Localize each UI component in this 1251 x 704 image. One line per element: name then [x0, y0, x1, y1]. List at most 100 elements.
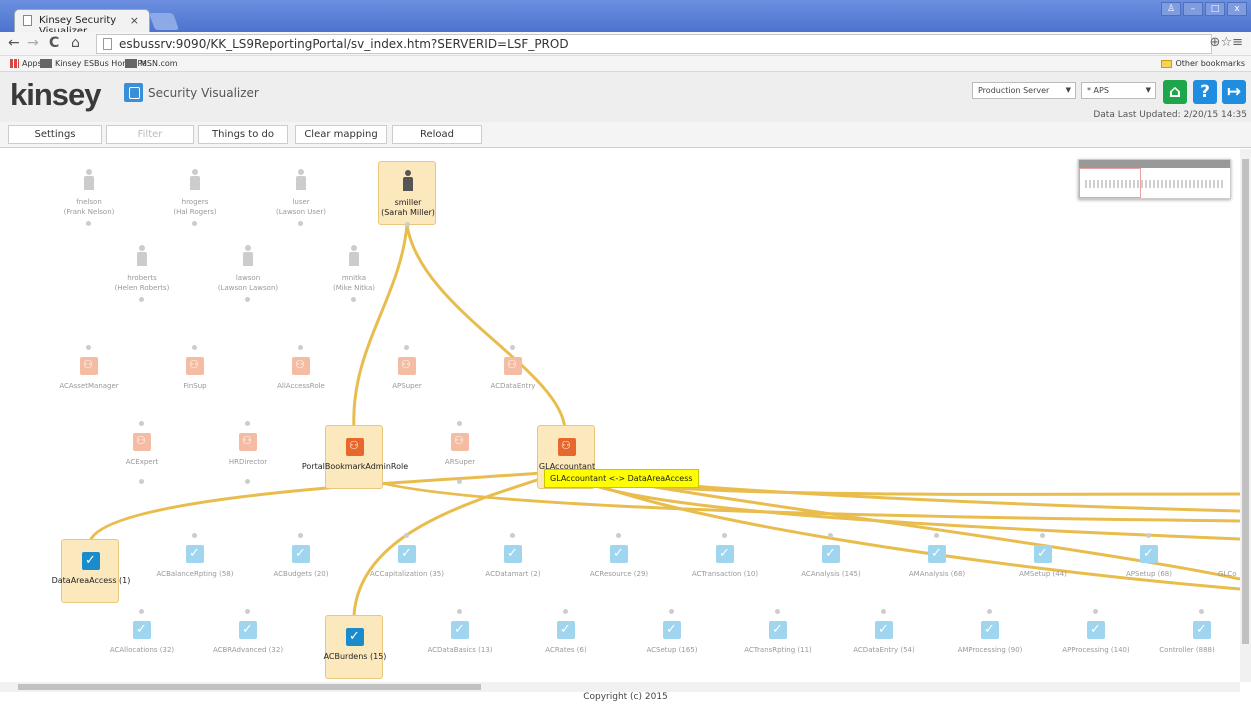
- vertical-scrollbar[interactable]: [1240, 149, 1251, 682]
- role-icon: [504, 357, 522, 375]
- role-node[interactable]: FinSup: [166, 345, 224, 409]
- close-window-icon[interactable]: x: [1227, 2, 1247, 16]
- role-node-selected[interactable]: PortalBookmarkAdminRole: [302, 425, 408, 489]
- table-node[interactable]: AMSetup (44): [1014, 533, 1072, 597]
- checkbox-icon: [663, 621, 681, 639]
- user-node[interactable]: hroberts (Helen Roberts): [113, 237, 171, 302]
- home-icon[interactable]: ⌂: [71, 35, 80, 51]
- apps-icon: [10, 59, 19, 68]
- bookmark-msn[interactable]: MSN.com: [125, 59, 178, 68]
- user-node[interactable]: lawson (Lawson Lawson): [218, 237, 278, 302]
- checkbox-icon: [504, 545, 522, 563]
- settings-button[interactable]: Settings: [8, 125, 102, 144]
- bookmarks-bar: Apps Kinsey ESBus Home Pa... MSN.com Oth…: [0, 56, 1251, 72]
- user-node-selected[interactable]: smiller (Sarah Miller): [378, 161, 436, 227]
- logout-button[interactable]: ↦: [1222, 80, 1246, 104]
- checkbox-icon: [1140, 545, 1158, 563]
- table-node[interactable]: ACBudgets (20): [272, 533, 330, 597]
- browser-navbar: ← → C ⌂ esbussrv:9090/KK_LS9ReportingPor…: [0, 32, 1251, 56]
- checkbox-icon: [875, 621, 893, 639]
- minimap[interactable]: [1078, 159, 1231, 199]
- kinsey-logo: kinsey: [10, 77, 102, 112]
- horizontal-scroll-thumb[interactable]: [18, 684, 481, 690]
- table-node[interactable]: ACBRAdvanced (32): [213, 609, 283, 673]
- server-select[interactable]: Production Server ▼: [972, 82, 1076, 99]
- checkbox-icon: [133, 621, 151, 639]
- app-select[interactable]: * APS ▼: [1081, 82, 1156, 99]
- role-node[interactable]: ARSuper: [431, 421, 489, 485]
- table-node-selected[interactable]: DataAreaAccess (1): [52, 539, 130, 603]
- role-node[interactable]: APSuper: [378, 345, 436, 409]
- table-node[interactable]: ACResource (29): [590, 533, 648, 597]
- table-node-partial[interactable]: GLCo: [1218, 533, 1240, 597]
- browser-tab[interactable]: Kinsey Security Visualizer ×: [14, 9, 150, 37]
- visualizer-canvas[interactable]: fnelson (Frank Nelson) hrogers (Hal Rogers…: [0, 149, 1251, 682]
- help-button[interactable]: ?: [1193, 80, 1217, 104]
- role-icon: [80, 357, 98, 375]
- user-node[interactable]: mnitka (Mike Nitka): [325, 237, 383, 302]
- table-node[interactable]: ACAnalysis (145): [801, 533, 861, 597]
- person-icon: [190, 169, 200, 190]
- table-node[interactable]: Controller (888): [1159, 609, 1231, 673]
- checkbox-icon: [292, 545, 310, 563]
- tab-close-icon[interactable]: ×: [130, 14, 139, 27]
- window-controls: ♙ – □ x: [1161, 2, 1247, 16]
- role-node[interactable]: AllAccessRole: [272, 345, 330, 409]
- table-node[interactable]: APSetup (68): [1120, 533, 1178, 597]
- user-icon[interactable]: ♙: [1161, 2, 1181, 16]
- table-node[interactable]: ACTransaction (10): [692, 533, 758, 597]
- maximize-icon[interactable]: □: [1205, 2, 1225, 16]
- data-updated-label: Data Last Updated: 2/20/15 14:35: [1093, 110, 1247, 120]
- forward-icon[interactable]: →: [27, 35, 39, 51]
- minimize-icon[interactable]: –: [1183, 2, 1203, 16]
- user-node[interactable]: luser (Lawson User): [272, 161, 330, 226]
- checkbox-icon: [610, 545, 628, 563]
- checkbox-icon: [981, 621, 999, 639]
- reload-icon[interactable]: C: [49, 35, 59, 51]
- mapping-links: [88, 224, 1240, 616]
- browser-menu-icons[interactable]: ⊕☆≡: [1210, 35, 1243, 50]
- role-node[interactable]: ACExpert: [113, 421, 171, 485]
- other-bookmarks[interactable]: Other bookmarks: [1161, 59, 1245, 68]
- table-node[interactable]: ACDatamart (2): [484, 533, 542, 597]
- things-to-do-button[interactable]: Things to do: [198, 125, 288, 144]
- table-node[interactable]: ACDataEntry (54): [853, 609, 915, 673]
- home-button[interactable]: ⌂: [1163, 80, 1187, 104]
- table-node[interactable]: ACDataBasics (13): [427, 609, 493, 673]
- new-tab-button[interactable]: [148, 13, 180, 30]
- vertical-scroll-thumb[interactable]: [1242, 159, 1249, 644]
- horizontal-scrollbar[interactable]: [0, 682, 1240, 692]
- user-node[interactable]: hrogers (Hal Rogers): [166, 161, 224, 226]
- checkbox-icon: [346, 628, 364, 646]
- role-icon: [239, 433, 257, 451]
- app-header: kinsey Security Visualizer Production Se…: [0, 72, 1251, 122]
- back-icon[interactable]: ←: [8, 35, 20, 51]
- checkbox-icon: [82, 552, 100, 570]
- user-node[interactable]: fnelson (Frank Nelson): [60, 161, 118, 226]
- role-node[interactable]: HRDirector: [219, 421, 277, 485]
- reload-button[interactable]: Reload: [392, 125, 482, 144]
- role-node[interactable]: ACAssetManager: [59, 345, 119, 409]
- checkbox-icon: [1087, 621, 1105, 639]
- table-node[interactable]: ACCapitalization (35): [370, 533, 444, 597]
- table-node[interactable]: ACTransRpting (11): [744, 609, 812, 673]
- table-node[interactable]: ACBalanceRpting (58): [157, 533, 233, 597]
- role-node[interactable]: ACDataEntry: [484, 345, 542, 409]
- bookmark-apps[interactable]: Apps: [10, 59, 42, 68]
- page-icon: [103, 38, 112, 50]
- page-icon: [23, 15, 32, 26]
- table-node[interactable]: ACAllocations (32): [110, 609, 174, 673]
- person-icon: [296, 169, 306, 190]
- chevron-down-icon: ▼: [1145, 86, 1151, 94]
- table-node[interactable]: ACRates (6): [537, 609, 595, 673]
- checkbox-icon: [769, 621, 787, 639]
- address-bar[interactable]: esbussrv:9090/KK_LS9ReportingPortal/sv_i…: [96, 34, 1212, 54]
- table-node[interactable]: ACSetup (165): [643, 609, 701, 673]
- table-node[interactable]: AMProcessing (90): [958, 609, 1022, 673]
- clear-mapping-button[interactable]: Clear mapping: [295, 125, 387, 144]
- table-node-selected[interactable]: ACBurdens (15): [324, 615, 386, 679]
- filter-button[interactable]: Filter: [106, 125, 194, 144]
- table-node[interactable]: AMAnalysis (68): [908, 533, 966, 597]
- role-icon: [186, 357, 204, 375]
- table-node[interactable]: APProcessing (140): [1062, 609, 1130, 673]
